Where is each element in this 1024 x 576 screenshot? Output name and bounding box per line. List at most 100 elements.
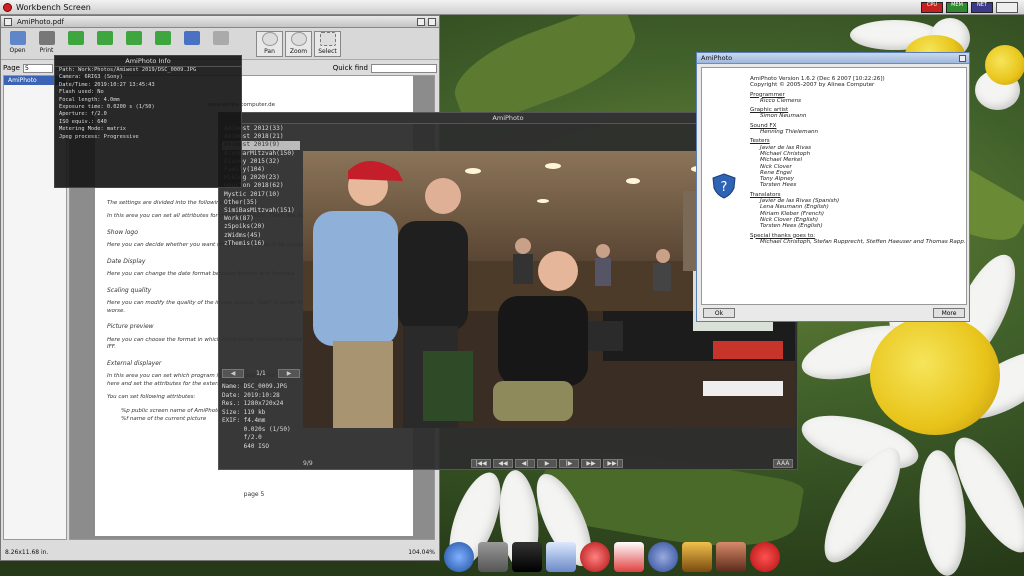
power-icon[interactable]: [750, 542, 780, 572]
zoom-button[interactable]: Zoom: [285, 31, 312, 57]
about-buttons: Ok More: [701, 308, 967, 320]
photo-metadata: Name: DSC_0009.JPG Date: 2019:10:28 Res.: …: [222, 383, 302, 451]
media-play-icon[interactable]: [580, 542, 610, 572]
first-page-button[interactable]: [62, 31, 89, 57]
print-button[interactable]: Print: [33, 31, 60, 57]
credits-line: Ricco Clemens: [760, 97, 802, 104]
info-row: Exposure time: 0.0200 s (1/50): [59, 104, 155, 111]
photo-counter: 9/9: [303, 459, 313, 467]
close-window-icon[interactable]: [4, 18, 12, 26]
amiphoto-info-window: AmiPhoto Info Path: Work:Photos/Amiwest …: [54, 55, 242, 188]
credits-line: Michael Christoph, Stefan Rupprecht, Ste…: [760, 238, 966, 245]
quick-find-label: Quick find: [332, 64, 368, 72]
last-page-button[interactable]: [149, 31, 176, 57]
next-page-button[interactable]: [120, 31, 147, 57]
amiga-logo-icon[interactable]: [3, 2, 12, 12]
status-bar: 8.26x11.68 in. 104.04%: [3, 549, 437, 559]
magnifier-icon: [290, 32, 307, 46]
disk-icon[interactable]: [444, 542, 474, 572]
info-row: Jpeg process: Progressive: [59, 133, 139, 140]
more-button[interactable]: More: [933, 308, 965, 318]
album-item[interactable]: Mystic 2017(10): [222, 191, 300, 199]
metadata-line: 640 ISO: [222, 442, 269, 450]
forward-button[interactable]: [207, 31, 234, 57]
metadata-line: Res.: 1280x720x24: [222, 400, 284, 407]
next-album-page-button[interactable]: ▶: [278, 368, 300, 378]
ok-button[interactable]: Ok: [703, 308, 735, 318]
about-title-bar[interactable]: AmiPhoto: [697, 53, 969, 64]
arrow-down-icon: [154, 31, 171, 45]
album-item[interactable]: zWidms(45): [222, 232, 300, 240]
system-meters: CPU MEM NET: [921, 2, 1018, 13]
album-page-indicator: 1/1: [256, 369, 266, 377]
page-number-input[interactable]: [22, 63, 53, 73]
back-button[interactable]: [178, 31, 205, 57]
dvd-player-icon[interactable]: [512, 542, 542, 572]
page-footer: page 5: [243, 491, 265, 498]
hand-icon: [261, 32, 278, 46]
open-button[interactable]: Open: [4, 31, 31, 57]
zoom-window-icon[interactable]: [417, 18, 425, 26]
game-icon[interactable]: [682, 542, 712, 572]
step-forward-button[interactable]: |▶: [559, 458, 579, 468]
credits-line: Torsten Hees (English): [760, 223, 823, 230]
last-photo-button[interactable]: ▶▶|: [603, 458, 623, 468]
printer-icon: [38, 31, 55, 45]
arrow-down-icon: [125, 31, 142, 45]
info-title[interactable]: AmiPhoto Info: [55, 56, 241, 67]
credits-line: Torsten Hees: [760, 182, 797, 189]
screen-depth-icon[interactable]: [996, 2, 1018, 13]
arrow-right-icon: [212, 31, 229, 45]
album-item[interactable]: Work(87): [222, 215, 300, 223]
first-photo-button[interactable]: |◀◀: [471, 458, 491, 468]
globe-icon[interactable]: [648, 542, 678, 572]
svg-text:?: ?: [721, 180, 728, 195]
select-button[interactable]: Select: [314, 31, 341, 57]
depth-window-icon[interactable]: [959, 55, 966, 62]
info-row: Aperture: f/2.0: [59, 111, 107, 118]
album-item[interactable]: Other(35): [222, 199, 300, 207]
cpu-meter: CPU: [921, 2, 943, 13]
quick-find-input[interactable]: [371, 63, 437, 73]
net-meter: NET: [971, 2, 993, 13]
about-title: AmiPhoto: [701, 54, 733, 62]
photo-icon[interactable]: [716, 542, 746, 572]
album-item[interactable]: SimiBasMitzvah(151): [222, 207, 300, 215]
depth-window-icon[interactable]: [428, 18, 436, 26]
step-back-button[interactable]: ◀|: [515, 458, 535, 468]
dock-bar: [442, 540, 804, 574]
screen-title: Workbench Screen: [16, 2, 91, 12]
shell-icon[interactable]: [478, 542, 508, 572]
gift-icon[interactable]: [614, 542, 644, 572]
credits-line: Simon Neumann: [760, 113, 807, 120]
zoom-status: 104.04%: [408, 549, 435, 556]
playback-controls: 9/9 |◀◀ ◀◀ ◀| ▶ |▶ ▶▶ ▶▶| AAA: [303, 457, 795, 469]
info-row: Metering Mode: matrix: [59, 126, 126, 133]
info-row: Focal length: 4.0mm: [59, 96, 120, 103]
arrow-left-icon: [183, 31, 200, 45]
mp-icon[interactable]: [546, 542, 576, 572]
prev-page-button[interactable]: [91, 31, 118, 57]
metadata-line: Name: DSC_0009.JPG: [222, 383, 288, 390]
info-row: Date/Time: 2019:10:27 13:45:43: [59, 81, 155, 88]
metadata-line: 0.020s (1/50): [222, 425, 291, 433]
info-row: ISO equiv.: 640: [59, 118, 107, 125]
page-label: Page: [3, 64, 20, 72]
next-photo-button[interactable]: ▶▶: [581, 458, 601, 468]
metadata-line: EXIF: f4.4mm: [222, 417, 266, 424]
arrow-up-icon: [67, 31, 84, 45]
prev-photo-button[interactable]: ◀◀: [493, 458, 513, 468]
prev-album-page-button[interactable]: ◀: [222, 368, 244, 378]
pan-button[interactable]: Pan: [256, 31, 283, 57]
credits-line: Copyright © 2005-2007 by Alinea Computer: [750, 82, 875, 89]
amipdf-title-bar[interactable]: AmiPhoto.pdf: [1, 16, 439, 28]
metadata-line: Size: 119 kb: [222, 408, 266, 416]
selection-icon: [319, 32, 336, 46]
zoom-toggle-button[interactable]: AAA: [773, 458, 793, 468]
play-button[interactable]: ▶: [537, 458, 557, 468]
album-item[interactable]: zThemis(16): [222, 240, 300, 248]
about-credits: AmiPhoto Version 1.6.2 (Dec 6 2007 [10:2…: [701, 67, 967, 305]
info-row: Path: Work:Photos/Amiwest 2019/DSC_0009.…: [59, 67, 197, 73]
info-row: Flash used: No: [59, 89, 104, 96]
album-item[interactable]: zSpoiks(20): [222, 223, 300, 231]
